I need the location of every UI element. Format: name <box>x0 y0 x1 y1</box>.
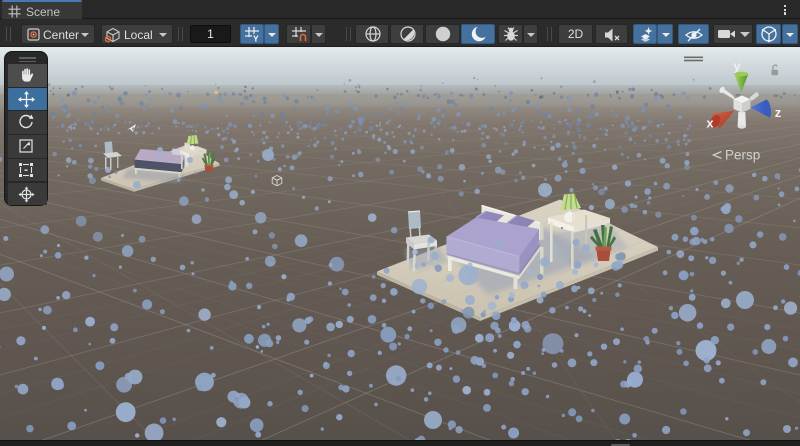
svg-text:Y: Y <box>253 34 259 43</box>
svg-text:x: x <box>706 116 714 131</box>
svg-text:y: y <box>733 59 741 74</box>
svg-text:Persp: Persp <box>725 148 760 163</box>
svg-text:z: z <box>775 105 782 120</box>
